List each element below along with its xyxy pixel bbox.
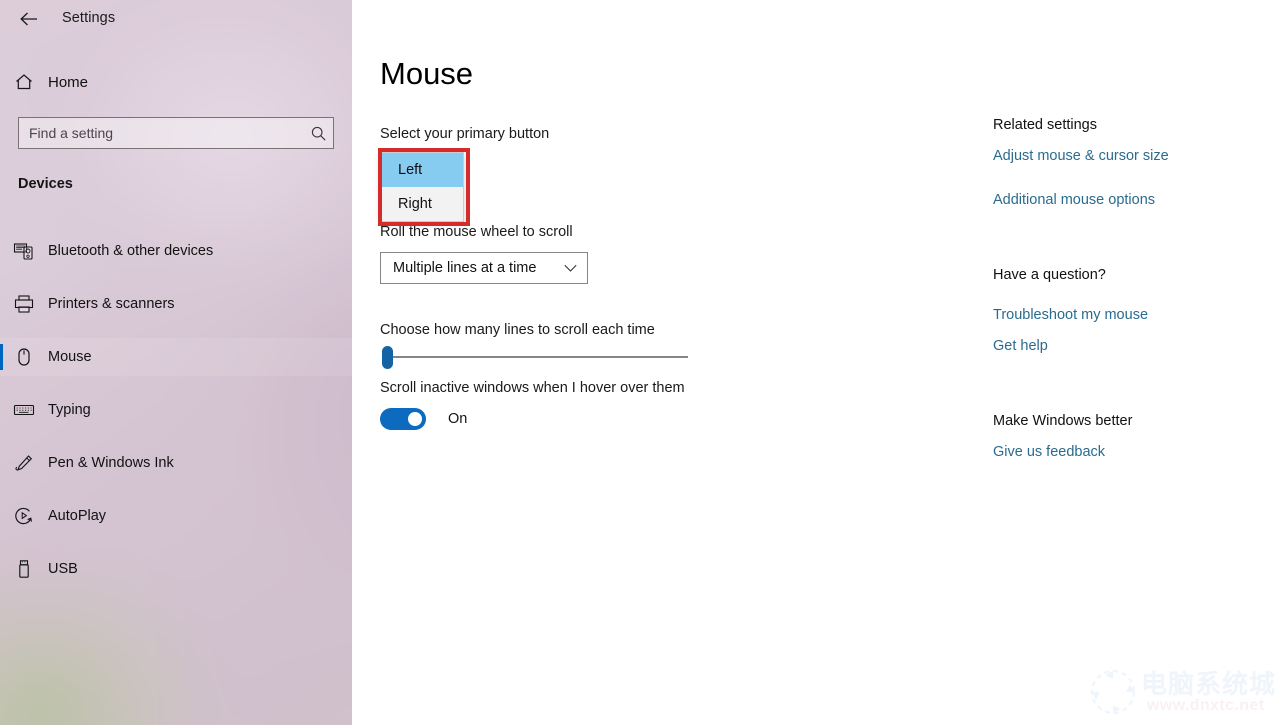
dropdown-option-right[interactable]: Right bbox=[381, 187, 463, 221]
printer-icon bbox=[0, 294, 48, 314]
sidebar: Settings Home Find a setting Devices Blu… bbox=[0, 0, 352, 725]
have-question-heading: Have a question? bbox=[993, 267, 1106, 283]
inactive-scroll-label: Scroll inactive windows when I hover ove… bbox=[380, 380, 685, 396]
wheel-scroll-value: Multiple lines at a time bbox=[393, 260, 537, 276]
usb-icon bbox=[0, 559, 48, 579]
search-icon bbox=[303, 125, 333, 142]
slider-thumb[interactable] bbox=[382, 346, 393, 369]
sidebar-item-usb[interactable]: USB bbox=[0, 550, 352, 588]
inactive-scroll-toggle[interactable] bbox=[380, 408, 426, 430]
slider-track bbox=[384, 356, 688, 358]
sidebar-item-label: Typing bbox=[48, 402, 91, 418]
home-icon bbox=[0, 72, 48, 92]
sidebar-item-label: Bluetooth & other devices bbox=[48, 243, 214, 259]
link-troubleshoot-my-mouse[interactable]: Troubleshoot my mouse bbox=[993, 307, 1148, 323]
sidebar-item-autoplay[interactable]: AutoPlay bbox=[0, 497, 352, 535]
primary-button-dropdown-list[interactable]: Left Right bbox=[380, 152, 464, 222]
sidebar-item-typing[interactable]: Typing bbox=[0, 391, 352, 429]
link-give-us-feedback[interactable]: Give us feedback bbox=[993, 444, 1105, 460]
lines-slider-label: Choose how many lines to scroll each tim… bbox=[380, 322, 655, 338]
chevron-down-icon bbox=[564, 264, 577, 272]
lines-slider[interactable] bbox=[380, 346, 688, 369]
sidebar-category-title: Devices bbox=[18, 176, 73, 192]
sidebar-nav: Bluetooth & other devices Printers & sca… bbox=[0, 232, 352, 603]
primary-button-label: Select your primary button bbox=[380, 126, 550, 142]
back-button[interactable] bbox=[6, 2, 52, 36]
back-arrow-icon bbox=[20, 12, 37, 26]
link-get-help[interactable]: Get help bbox=[993, 338, 1048, 354]
mouse-icon bbox=[0, 347, 48, 367]
settings-window: Settings Home Find a setting Devices Blu… bbox=[0, 0, 1283, 725]
bluetooth-devices-icon bbox=[0, 241, 48, 261]
wheel-scroll-label: Roll the mouse wheel to scroll bbox=[380, 224, 573, 240]
sidebar-item-printers-scanners[interactable]: Printers & scanners bbox=[0, 285, 352, 323]
sidebar-item-label: Mouse bbox=[48, 349, 92, 365]
search-input[interactable] bbox=[19, 125, 303, 141]
sidebar-item-label: Pen & Windows Ink bbox=[48, 455, 174, 471]
sidebar-item-label: AutoPlay bbox=[48, 508, 107, 524]
page-title: Mouse bbox=[380, 56, 474, 91]
autoplay-icon bbox=[0, 506, 48, 526]
sidebar-item-label: Printers & scanners bbox=[48, 296, 175, 312]
dropdown-option-left[interactable]: Left bbox=[381, 153, 463, 187]
link-additional-mouse-options[interactable]: Additional mouse options bbox=[993, 192, 1155, 208]
toggle-state-label: On bbox=[448, 411, 468, 427]
toggle-knob bbox=[408, 412, 422, 426]
inactive-scroll-toggle-row: On bbox=[380, 408, 467, 430]
link-adjust-mouse-cursor-size[interactable]: Adjust mouse & cursor size bbox=[993, 148, 1169, 164]
sidebar-item-mouse[interactable]: Mouse bbox=[0, 338, 352, 376]
sidebar-item-bluetooth-other-devices[interactable]: Bluetooth & other devices bbox=[0, 232, 352, 270]
sidebar-item-pen-windows-ink[interactable]: Pen & Windows Ink bbox=[0, 444, 352, 482]
pen-icon bbox=[0, 453, 48, 473]
sidebar-item-label: USB bbox=[48, 561, 78, 577]
main-content: Mouse Select your primary button Left Ri… bbox=[352, 0, 1283, 725]
make-windows-better-heading: Make Windows better bbox=[993, 413, 1133, 429]
search-box[interactable] bbox=[18, 117, 334, 149]
related-settings-heading: Related settings bbox=[993, 117, 1097, 133]
keyboard-icon bbox=[0, 400, 48, 420]
wheel-scroll-combobox[interactable]: Multiple lines at a time bbox=[380, 252, 588, 284]
sidebar-item-home-label: Home bbox=[48, 73, 89, 91]
sidebar-item-home[interactable]: Home bbox=[0, 64, 352, 100]
window-title: Settings bbox=[62, 10, 116, 26]
